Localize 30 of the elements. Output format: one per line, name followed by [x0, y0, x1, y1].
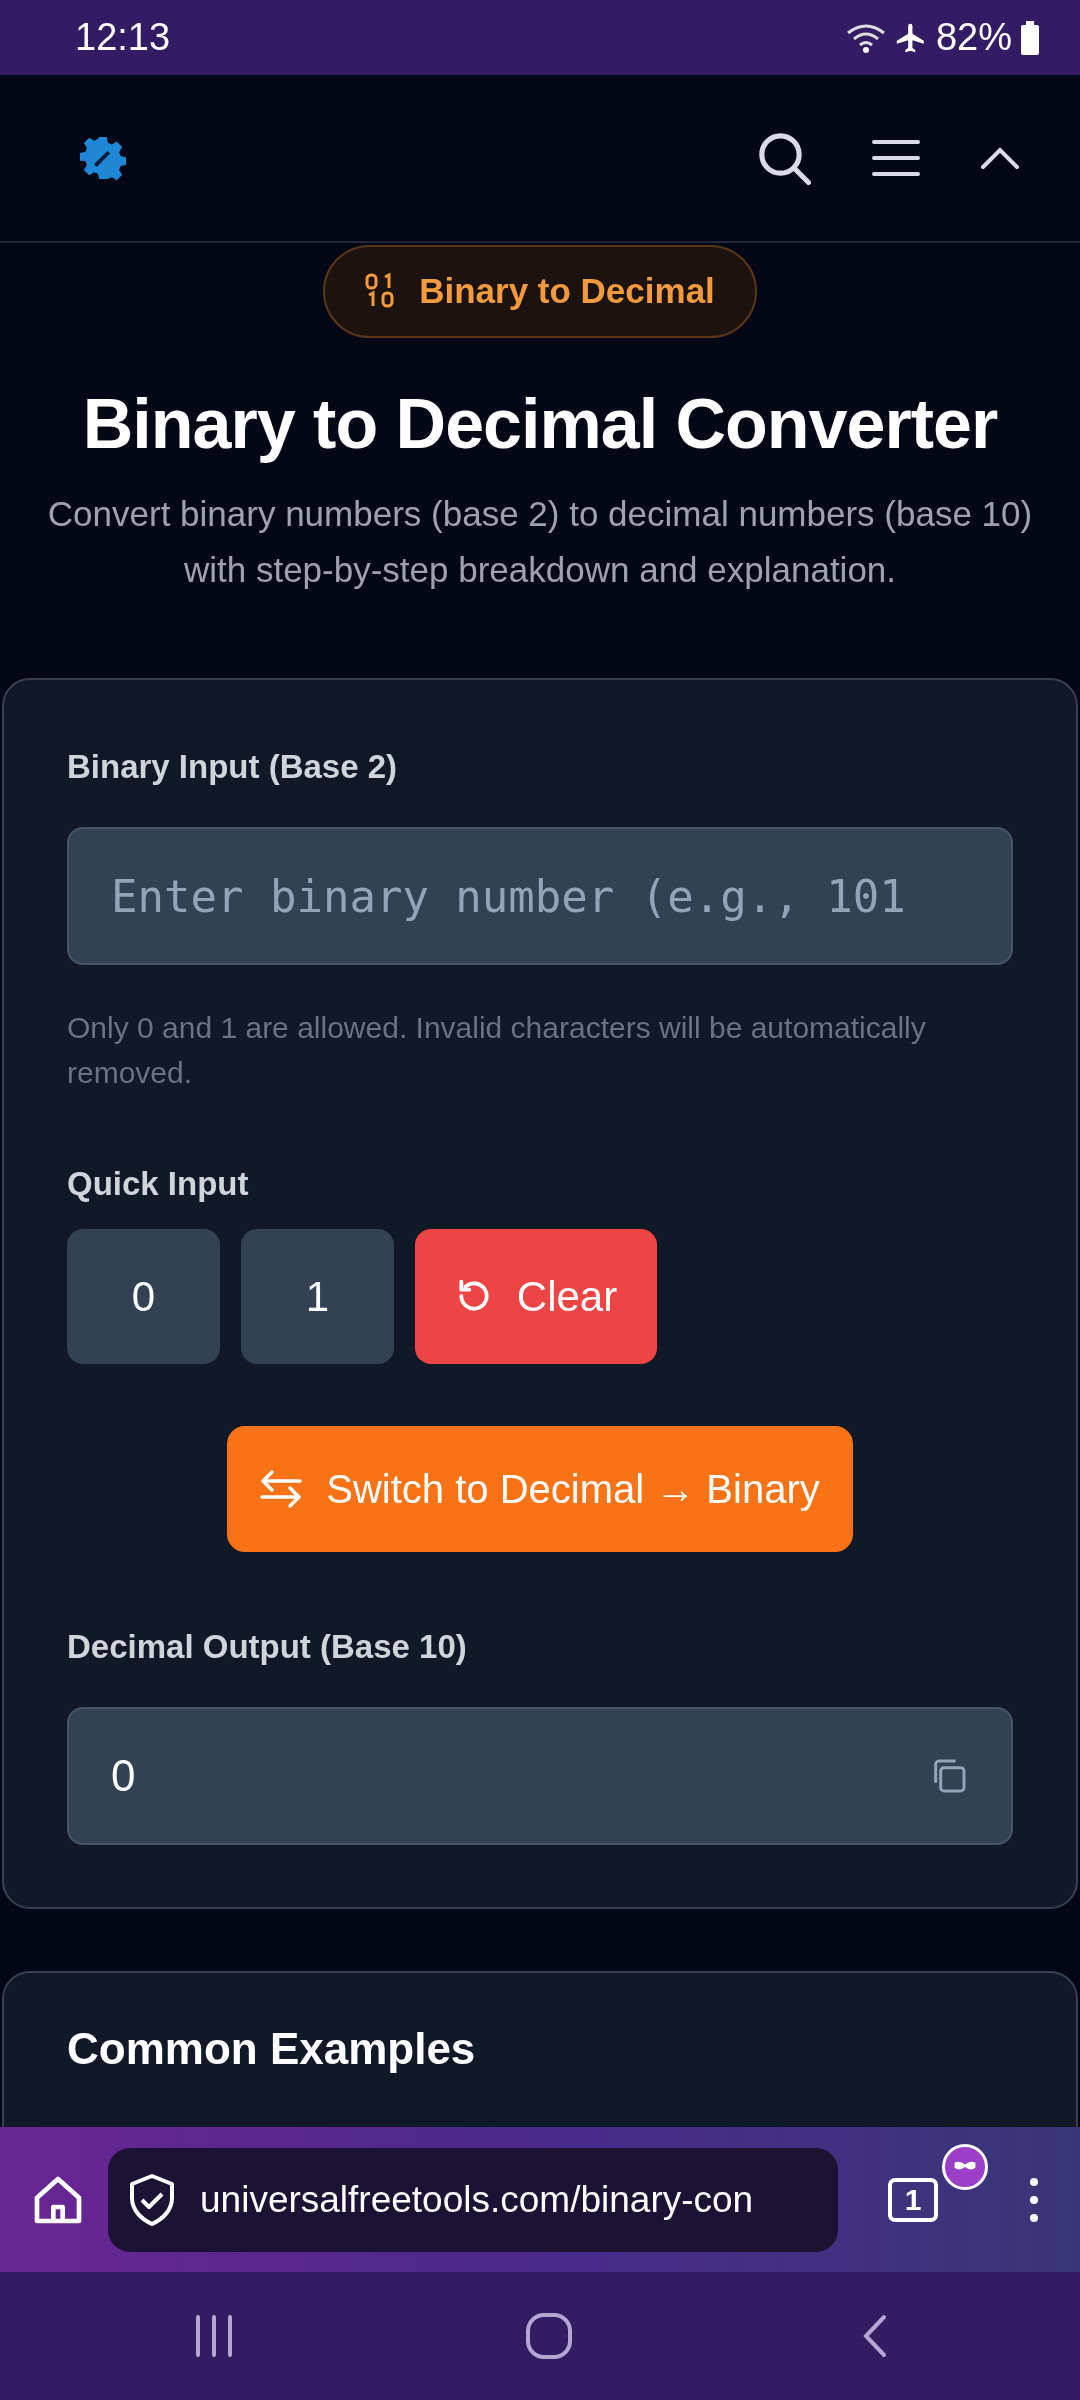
tabs-button[interactable]: 1 [888, 2177, 938, 2222]
more-options-icon[interactable] [1028, 2176, 1040, 2223]
page-description: Convert binary numbers (base 2) to decimal numbers (base 10) with step-by-step breakdown and explanation. [46, 492, 1034, 591]
binary-input-field[interactable]: Enter binary number (e.g., 101 [67, 827, 1013, 965]
digit-button[interactable]: 0 [67, 1228, 220, 1364]
help-text: Only 0 and 1 are allowed. Invalid characters will be automatically removed. [67, 1010, 927, 1091]
field-label: Binary Input (Base 2) [67, 746, 399, 787]
section-title: Common Examples [67, 2023, 477, 2075]
category-badge: Binary to Decimal [323, 245, 757, 338]
decimal-output-field[interactable]: 0 [67, 1707, 1013, 1845]
page-title: Binary to Decimal Converter [81, 383, 999, 465]
menu-icon[interactable] [872, 139, 920, 177]
chevron-up-icon[interactable] [980, 146, 1020, 170]
home-button-icon[interactable] [525, 2312, 573, 2360]
clock: 12:13 [75, 15, 171, 60]
digit-button[interactable]: 1 [241, 1228, 394, 1364]
field-label: Quick Input [67, 1164, 250, 1204]
shield-check-icon [128, 2173, 176, 2226]
clear-button[interactable]: Clear [415, 1228, 657, 1364]
battery-percent: 82% [935, 15, 1012, 60]
field-label: Decimal Output (Base 10) [67, 1626, 468, 1667]
battery-icon [1020, 20, 1040, 55]
address-bar[interactable]: universalfreetools.com/binary-con [108, 2147, 838, 2252]
binary-icon [365, 273, 396, 310]
gear-icon[interactable] [80, 135, 126, 181]
mask-icon [942, 2143, 988, 2190]
search-icon[interactable] [756, 130, 812, 186]
wifi-icon [845, 22, 886, 53]
back-icon[interactable] [861, 2314, 888, 2358]
swap-arrows-icon [260, 1468, 303, 1509]
